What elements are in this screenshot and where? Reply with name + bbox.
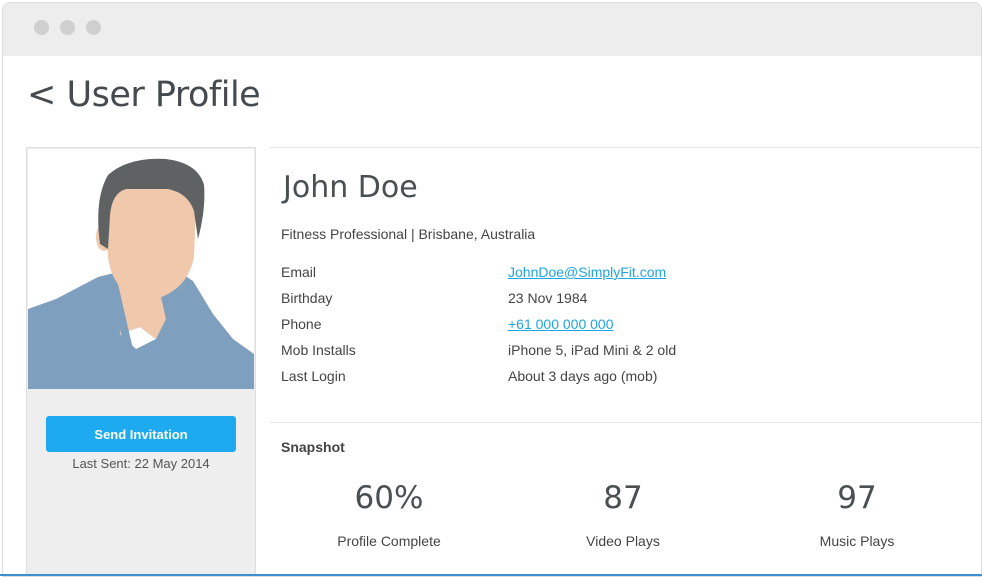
profile-sidebar: Send Invitation Last Sent: 22 May 2014 [26,147,256,577]
stat-profile-complete: 60% Profile Complete [289,478,489,549]
detail-value: About 3 days ago (mob) [508,368,658,384]
stat-label: Music Plays [819,533,895,549]
snapshot-title: Snapshot [281,439,345,455]
back-link[interactable]: < [27,75,56,115]
stat-music-plays: 97 Music Plays [757,478,957,549]
window-minimize-dot[interactable] [60,20,75,35]
detail-label: Birthday [281,290,333,306]
detail-label: Phone [281,316,322,332]
detail-value: 23 Nov 1984 [508,290,588,306]
stat-value: 87 [603,480,643,516]
bottom-accent-line [0,574,982,576]
detail-row-birthday: Birthday 23 Nov 1984 [281,290,731,310]
user-avatar [28,149,254,389]
window-maximize-dot[interactable] [86,20,101,35]
user-avatar-illustration [28,158,254,389]
detail-label: Last Login [281,368,346,384]
snapshot-divider [270,422,982,423]
stat-video-plays: 87 Video Plays [523,478,723,549]
stat-label: Profile Complete [337,533,441,549]
detail-label: Mob Installs [281,342,356,358]
detail-row-email: Email JohnDoe@SimplyFit.com [281,264,731,284]
window-close-dot[interactable] [34,20,49,35]
stat-label: Video Plays [586,533,660,549]
detail-value: iPhone 5, iPad Mini & 2 old [508,342,677,358]
profile-header-divider [270,147,982,148]
stat-value: 60% [354,480,424,516]
send-invitation-button[interactable]: Send Invitation [46,416,236,452]
stat-value: 97 [837,480,877,516]
user-name: John Doe [283,170,418,205]
email-link[interactable]: JohnDoe@SimplyFit.com [508,264,666,280]
detail-row-phone: Phone +61 000 000 000 [281,316,731,336]
detail-value: JohnDoe@SimplyFit.com [508,264,666,280]
detail-row-last-login: Last Login About 3 days ago (mob) [281,368,731,388]
detail-value: +61 000 000 000 [508,316,614,332]
detail-row-mob-installs: Mob Installs iPhone 5, iPad Mini & 2 old [281,342,731,362]
window-titlebar [3,3,981,56]
page-title-text: User Profile [66,75,261,115]
page-title: < User Profile [27,75,261,115]
phone-link[interactable]: +61 000 000 000 [508,316,614,332]
last-sent-text: Last Sent: 22 May 2014 [72,456,210,471]
user-subtitle: Fitness Professional | Brisbane, Austral… [281,226,536,242]
detail-label: Email [281,264,317,280]
